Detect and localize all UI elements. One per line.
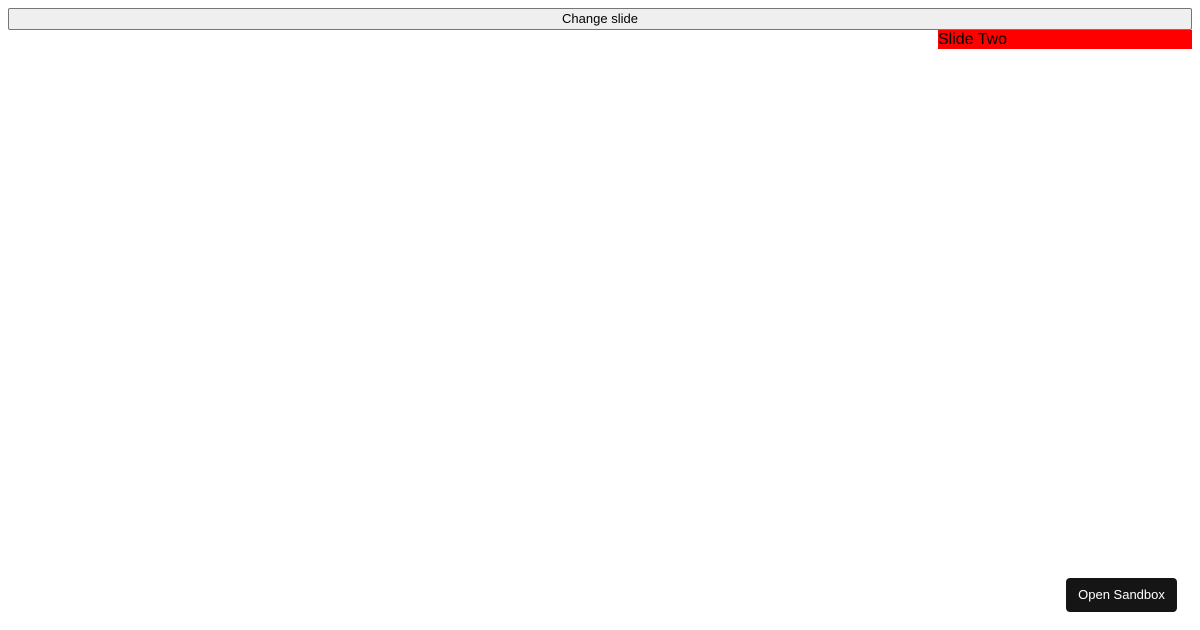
slide-label: Slide Two — [938, 31, 1008, 48]
open-sandbox-button[interactable]: Open Sandbox — [1066, 578, 1177, 612]
slide-panel: Slide Two — [938, 30, 1192, 49]
change-slide-button[interactable]: Change slide — [8, 8, 1192, 30]
page: Change slide Slide Two Open Sandbox — [0, 0, 1200, 630]
